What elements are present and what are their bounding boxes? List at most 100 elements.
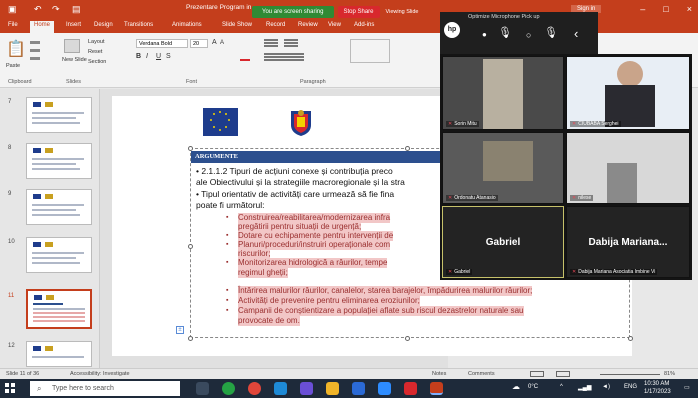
volume-icon[interactable]: ◄)	[602, 384, 610, 390]
video-tile[interactable]: Dabija Mariana... ✕ Dabija Mariana Asocia…	[566, 206, 690, 278]
participant-video	[483, 141, 533, 181]
bullet-marker: ▪	[226, 307, 229, 314]
grow-font-icon[interactable]: A	[212, 39, 217, 46]
cut-icon[interactable]	[30, 41, 40, 44]
bullet-marker: ▪	[226, 259, 229, 266]
comments-button[interactable]: Comments	[468, 371, 495, 377]
notes-button[interactable]: Notes	[432, 371, 446, 377]
paste-label[interactable]: Paste	[6, 63, 20, 69]
status-bar: Slide 11 of 36 Accessibility: Investigat…	[0, 368, 698, 379]
shadow-button[interactable]: S	[166, 53, 171, 60]
task-view-icon[interactable]	[196, 382, 209, 395]
zoom-slider[interactable]	[600, 374, 660, 375]
clock-time[interactable]: 10:30 AM	[644, 381, 669, 387]
section-button[interactable]: Section	[88, 59, 106, 65]
layout-button[interactable]: Layout	[88, 39, 105, 45]
reset-button[interactable]: Reset	[88, 49, 102, 55]
font-size-select[interactable]: 20	[190, 39, 208, 48]
resize-handle[interactable]	[628, 336, 633, 341]
tab-file[interactable]: File	[8, 22, 18, 28]
autofit-options-icon[interactable]: ±	[176, 326, 184, 334]
slide-thumbnail-11[interactable]	[26, 289, 92, 329]
copy-icon[interactable]	[30, 49, 40, 52]
weather-temp[interactable]: 0°C	[528, 384, 538, 390]
bullets-icon[interactable]	[264, 39, 278, 41]
present-icon[interactable]: ▤	[72, 4, 81, 15]
camera-toggle-icon[interactable]: ○	[526, 30, 531, 40]
zoom-app-icon[interactable]	[378, 382, 391, 395]
tab-animations[interactable]: Animations	[172, 22, 202, 28]
tab-transitions[interactable]: Transitions	[124, 22, 153, 28]
font-color-icon[interactable]	[240, 53, 250, 61]
format-painter-icon[interactable]	[30, 57, 40, 60]
new-slide-icon[interactable]	[64, 39, 80, 53]
align-buttons[interactable]	[264, 53, 304, 55]
normal-view-icon[interactable]	[530, 371, 544, 377]
tab-design[interactable]: Design	[94, 22, 113, 28]
close-button[interactable]: ×	[687, 4, 692, 14]
font-name-select[interactable]: Verdana Bold	[136, 39, 188, 48]
stop-share-button[interactable]: Stop Share	[337, 6, 380, 18]
tab-view[interactable]: View	[328, 22, 341, 28]
underline-button[interactable]: U	[156, 53, 161, 60]
clock-date[interactable]: 1/17/2023	[644, 389, 671, 395]
video-tile[interactable]: ✕ CIUBABA Serghei	[566, 56, 690, 130]
tab-add-ins[interactable]: Add-ins	[354, 22, 374, 28]
tab-review[interactable]: Review	[298, 22, 318, 28]
numbering-icon[interactable]	[284, 39, 298, 41]
resize-handle[interactable]	[405, 336, 410, 341]
slide-thumbnail-7[interactable]	[26, 97, 92, 133]
slide-thumbnail-8[interactable]	[26, 143, 92, 179]
video-tile[interactable]: ✕ Ordonatu Atanasio	[442, 132, 564, 204]
chrome-icon[interactable]	[248, 382, 261, 395]
chevron-left-icon[interactable]: ‹	[574, 26, 578, 41]
accessibility-status[interactable]: Accessibility: Investigate	[70, 371, 130, 377]
undo-icon[interactable]: ↶	[34, 4, 42, 15]
notifications-icon[interactable]: ▭	[684, 384, 690, 391]
video-tile[interactable]: ✕ nilese	[566, 132, 690, 204]
save-icon[interactable]: ▣	[8, 4, 17, 15]
video-tile-active-speaker[interactable]: Gabriel ✕ Gabriel	[442, 206, 564, 278]
slide-thumbnail-9[interactable]	[26, 189, 92, 225]
word-icon[interactable]	[352, 382, 365, 395]
tab-record[interactable]: Record	[266, 22, 285, 28]
microphone-icon[interactable]: 🎙	[498, 26, 512, 39]
italic-button[interactable]: I	[146, 53, 148, 60]
minimize-button[interactable]: –	[640, 4, 645, 14]
weather-icon[interactable]: ☁	[512, 382, 520, 391]
tab-home[interactable]: Home	[30, 21, 55, 33]
resize-handle[interactable]	[188, 244, 193, 249]
powerpoint-icon[interactable]	[430, 382, 443, 395]
zoom-level[interactable]: 81%	[664, 371, 675, 377]
windows-start-icon[interactable]	[5, 383, 15, 393]
network-icon[interactable]: ▂▄▆	[578, 384, 591, 391]
maximize-button[interactable]: □	[663, 4, 668, 14]
edge-icon[interactable]	[274, 382, 287, 395]
whatsapp-icon[interactable]	[222, 382, 235, 395]
acrobat-icon[interactable]	[404, 382, 417, 395]
video-tile[interactable]: ✕ Sorin Mitu	[442, 56, 564, 130]
group-paragraph: Paragraph	[300, 79, 326, 85]
shrink-font-icon[interactable]: A	[220, 40, 224, 46]
redo-icon[interactable]: ↷	[52, 4, 60, 15]
language-indicator[interactable]: ENG	[624, 384, 637, 390]
bold-button[interactable]: B	[136, 53, 141, 60]
tab-insert[interactable]: Insert	[66, 22, 81, 28]
paste-icon[interactable]: 📋	[6, 39, 26, 59]
tab-slide-show[interactable]: Slide Show	[222, 22, 252, 28]
mic-pickup-icon[interactable]: 🎙	[544, 26, 558, 39]
slide-thumbnail-10[interactable]	[26, 237, 92, 273]
resize-handle[interactable]	[188, 336, 193, 341]
tray-chevron-icon[interactable]: ^	[560, 384, 563, 390]
slide-thumbnail-12[interactable]	[26, 341, 92, 367]
new-slide-button[interactable]: New Slide	[62, 57, 87, 63]
screen-sharing-status[interactable]: You are screen sharing	[252, 6, 334, 18]
file-explorer-icon[interactable]	[326, 382, 339, 395]
drawing-shapes[interactable]	[350, 39, 390, 63]
record-dot-icon[interactable]: ●	[482, 30, 487, 39]
teams-icon[interactable]	[300, 382, 313, 395]
thumb-number: 11	[8, 293, 15, 299]
taskbar-search-input[interactable]: Type here to search	[30, 381, 180, 396]
slide-sorter-icon[interactable]	[556, 371, 570, 377]
thumb-number: 10	[8, 239, 15, 245]
